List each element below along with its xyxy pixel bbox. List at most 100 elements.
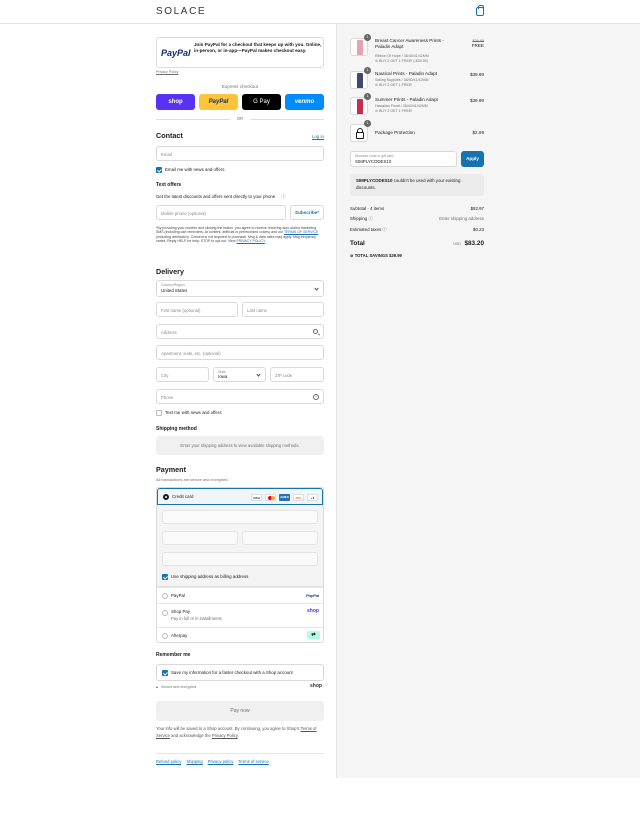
legal-text: Your info will be saved to a Shop accoun… <box>156 726 301 731</box>
product-name: Summer Prints - Paladin Adapt <box>375 97 438 102</box>
product-price: $39.99 FREE <box>472 39 484 48</box>
phone-field[interactable]: Phone ? <box>156 389 324 404</box>
shipping-method-title: Shipping method <box>156 426 197 432</box>
city-placeholder: City <box>161 373 169 378</box>
product-variant: Hawaiian Floral / 38/40/41/42MM <box>375 104 428 108</box>
save-info-option[interactable]: Save my information for a faster checkou… <box>156 664 324 681</box>
product-variant: Ribbon Of Hope / 38/40/41/42MM <box>375 54 429 58</box>
paypal-promo-banner: PayPal Join PayPal for a checkout that k… <box>156 37 324 68</box>
shop-pay-subtitle: Pay in full or in installments <box>171 616 222 621</box>
credit-card-option[interactable]: Credit card VISA AMEX DISC +4 <box>157 488 323 505</box>
visa-icon: VISA <box>251 494 262 501</box>
paypal-logo: PayPal <box>306 593 320 598</box>
first-name-field[interactable]: First name (optional) <box>156 302 238 317</box>
text-news-checkbox[interactable] <box>156 410 162 416</box>
shop-privacy-link[interactable]: Privacy Policy <box>212 733 238 738</box>
shop-pay-radio[interactable] <box>162 610 168 616</box>
privacy-policy-link[interactable]: Privacy policy <box>208 759 234 764</box>
paypal-radio[interactable] <box>162 593 168 599</box>
divider-line <box>156 119 230 120</box>
promo-text: BUY 2 GET 1 FREE! (-$39.99) <box>379 59 428 63</box>
subtotal-label: Subtotal · 4 items <box>350 206 385 211</box>
help-icon[interactable]: ? <box>313 394 319 400</box>
credit-card-form: Use shipping address as billing address <box>157 505 323 587</box>
shop-pay-logo: shop <box>307 608 319 614</box>
taxes-value: $0.23 <box>473 227 484 232</box>
email-placeholder: Email <box>161 152 172 157</box>
google-pay-button[interactable]: G Pay <box>242 94 281 110</box>
state-select[interactable]: State Iowa <box>213 367 266 382</box>
credit-card-radio[interactable] <box>163 494 169 500</box>
secure-encrypted-label: Secure and encrypted <box>161 685 197 689</box>
express-checkout-title: Express checkout <box>221 84 259 89</box>
promo-text: BUY 2 GET 1 FREE! <box>379 109 413 113</box>
email-news-checkbox[interactable] <box>156 167 162 173</box>
afterpay-radio[interactable] <box>162 633 168 639</box>
name-on-card-field[interactable] <box>162 552 318 566</box>
afterpay-option[interactable]: Afterpay ⇄ <box>157 627 323 643</box>
shipping-link[interactable]: Shipping <box>186 759 202 764</box>
product-variant: Sailing Supplies / 38/40/41/42MM <box>375 78 429 82</box>
order-item: 1 Package Protection $2.99 <box>350 120 484 150</box>
card-number-field[interactable] <box>162 510 318 524</box>
discover-icon: DISC <box>293 494 304 501</box>
last-name-field[interactable]: Last name <box>242 302 324 317</box>
header: SOLACE <box>0 0 640 24</box>
email-news-label: Email me with news and offers <box>165 167 225 172</box>
store-logo[interactable]: SOLACE <box>156 6 206 17</box>
text-offers-subtitle: Get the latest discounts and offers sent… <box>156 194 276 199</box>
order-item: 1 Breast Cancer Awareness Prints - Palad… <box>350 34 484 64</box>
discount-code-label: Discount code or gift card <box>355 154 394 158</box>
login-link[interactable]: Log in <box>312 134 324 139</box>
mobile-phone-field[interactable]: Mobile phone (optional) <box>156 205 286 220</box>
amex-icon: AMEX <box>279 494 290 501</box>
lock-icon <box>356 132 364 139</box>
billing-same-checkbox[interactable] <box>162 574 168 580</box>
city-field[interactable]: City <box>156 367 209 382</box>
zip-field[interactable]: ZIP code <box>270 367 324 382</box>
subscribe-button[interactable]: Subscribe* <box>290 205 324 220</box>
expiration-field[interactable] <box>162 531 238 545</box>
info-icon: ⓘ <box>281 194 286 199</box>
discount-code-name: SIMPLYCODES10 <box>356 178 393 183</box>
discount-code-field[interactable]: Discount code or gift card SIMPLYCODES10 <box>350 151 457 167</box>
terms-of-service-link[interactable]: Terms of service <box>238 759 268 764</box>
quantity-badge: 1 <box>364 93 371 100</box>
shop-pay-button[interactable]: shop <box>156 94 195 110</box>
first-name-placeholder: First name (optional) <box>161 308 201 313</box>
security-code-field[interactable] <box>242 531 318 545</box>
shopping-bag-icon[interactable] <box>476 5 484 16</box>
venmo-button[interactable]: venmo <box>285 94 324 110</box>
paypal-label: PayPal <box>171 593 185 598</box>
subtotal-value: $82.97 <box>470 206 484 211</box>
shop-pay-option[interactable]: Shop Pay Pay in full or in installments … <box>157 603 323 627</box>
save-info-checkbox[interactable] <box>162 670 168 676</box>
pay-now-button[interactable]: Pay now <box>156 701 324 721</box>
subtotal-row: Subtotal · 4 items $82.97 <box>350 206 484 211</box>
address-field[interactable]: Address <box>156 324 324 339</box>
privacy-policy-link[interactable]: PRIVACY POLICY <box>236 239 264 243</box>
apply-discount-button[interactable]: Apply <box>461 151 484 167</box>
paypal-option[interactable]: PayPal PayPal <box>157 587 323 603</box>
paypal-button[interactable]: PayPal <box>199 94 238 110</box>
promo-tag: ⊘ BUY 2 GET 1 FREE! <box>375 109 413 113</box>
help-icon[interactable]: ⓘ <box>368 216 372 221</box>
taxes-row: Estimated taxes ⓘ $0.23 <box>350 227 484 233</box>
country-select[interactable]: Country/Region United States <box>156 280 324 297</box>
credit-card-label: Credit card <box>172 494 194 499</box>
email-field[interactable]: Email <box>156 146 324 161</box>
payment-subtitle: All transactions are secure and encrypte… <box>156 477 229 482</box>
shop-legal-text: Your info will be saved to a Shop accoun… <box>156 725 324 739</box>
refund-policy-link[interactable]: Refund policy <box>156 759 181 764</box>
payment-title: Payment <box>156 465 186 474</box>
promo-tag: ⊘ BUY 2 GET 1 FREE! (-$39.99) <box>375 59 428 63</box>
product-price: $39.99 <box>469 98 484 103</box>
footer-links: Refund policy Shipping Privacy policy Te… <box>156 759 269 764</box>
apartment-field[interactable]: Apartment, suite, etc. (optional) <box>156 345 324 360</box>
watch-band-image <box>357 40 363 55</box>
privacy-policy-link[interactable]: Privacy Policy <box>156 70 178 74</box>
help-icon[interactable]: ⓘ <box>382 227 386 232</box>
terms-of-service-link[interactable]: TERMS OF SERVICE <box>284 230 318 234</box>
product-name: Breast Cancer Awareness Prints - Paladin… <box>375 38 444 49</box>
billing-same-label: Use shipping address as billing address <box>171 574 249 579</box>
